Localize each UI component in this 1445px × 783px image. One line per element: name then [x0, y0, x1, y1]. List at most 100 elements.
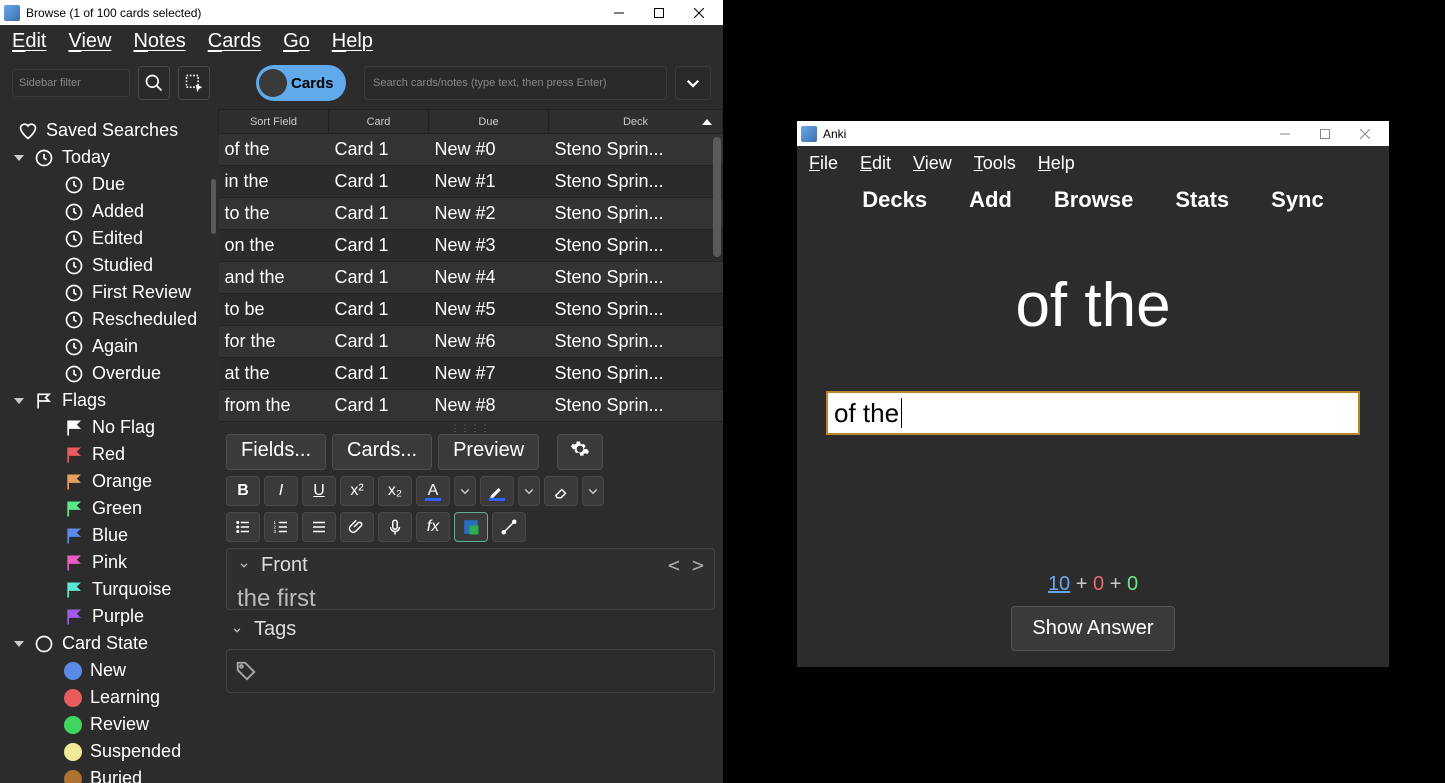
table-row[interactable]: and theCard 1New #4Steno Sprin... [219, 262, 723, 294]
menu-help[interactable]: Help [332, 30, 373, 53]
menu-view[interactable]: View [913, 153, 952, 174]
nav-decks[interactable]: Decks [862, 180, 927, 220]
sidebar-today-item[interactable]: First Review [8, 279, 218, 306]
tags-header[interactable]: Tags [226, 616, 715, 643]
sidebar-flag-item[interactable]: Orange [8, 468, 218, 495]
search-input[interactable]: Search cards/notes (type text, then pres… [364, 66, 667, 100]
show-answer-button[interactable]: Show Answer [1011, 606, 1174, 651]
sidebar-scrollbar[interactable] [211, 179, 216, 234]
table-row[interactable]: to theCard 1New #2Steno Sprin... [219, 198, 723, 230]
eraser-button[interactable] [544, 476, 578, 506]
sidebar-flags[interactable]: Flags [8, 387, 218, 414]
nav-sync[interactable]: Sync [1271, 180, 1324, 220]
sidebar-today-item[interactable]: Edited [8, 225, 218, 252]
search-button[interactable] [138, 66, 170, 100]
fx-button[interactable]: fx [416, 512, 450, 542]
nav-stats[interactable]: Stats [1175, 180, 1229, 220]
menu-cards[interactable]: Cards [208, 30, 261, 53]
front-field[interactable]: Front < > the first [226, 548, 715, 610]
sidebar-today-item[interactable]: Overdue [8, 360, 218, 387]
table-scrollbar[interactable] [713, 137, 721, 257]
menu-help[interactable]: Help [1038, 153, 1075, 174]
attach-button[interactable] [340, 512, 374, 542]
fields-button[interactable]: Fields... [226, 434, 326, 470]
select-mode-button[interactable] [178, 66, 210, 100]
preview-button[interactable]: Preview [438, 434, 539, 470]
sidebar-state-item[interactable]: New [8, 657, 218, 684]
sidebar-today[interactable]: Today [8, 144, 218, 171]
code-brackets-icon[interactable]: < > [668, 553, 704, 577]
tags-input[interactable] [226, 649, 715, 693]
sidebar-today-item[interactable]: Again [8, 333, 218, 360]
new-count[interactable]: 10 [1048, 573, 1070, 595]
table-row[interactable]: on theCard 1New #3Steno Sprin... [219, 230, 723, 262]
close-button[interactable] [679, 0, 719, 25]
sidebar-flag-item[interactable]: Red [8, 441, 218, 468]
sidebar-state-item[interactable]: Review [8, 711, 218, 738]
line-button[interactable] [492, 512, 526, 542]
split-handle[interactable]: ⋮⋮⋮⋮ [218, 422, 723, 434]
disclosure-icon[interactable] [12, 394, 26, 408]
superscript-button[interactable]: x² [340, 476, 374, 506]
sidebar-flag-item[interactable]: Pink [8, 549, 218, 576]
editor-settings-button[interactable] [557, 434, 603, 470]
sidebar-today-item[interactable]: Studied [8, 252, 218, 279]
menu-file[interactable]: File [809, 153, 838, 174]
menu-notes[interactable]: Notes [133, 30, 185, 53]
search-dropdown[interactable] [675, 66, 711, 100]
cards-button[interactable]: Cards... [332, 434, 432, 470]
sidebar-flag-item[interactable]: Purple [8, 603, 218, 630]
minimize-button[interactable] [599, 0, 639, 25]
table-row[interactable]: to beCard 1New #5Steno Sprin... [219, 294, 723, 326]
italic-button[interactable]: I [264, 476, 298, 506]
table-row[interactable]: for theCard 1New #6Steno Sprin... [219, 326, 723, 358]
sidebar-flag-item[interactable]: No Flag [8, 414, 218, 441]
col-due[interactable]: Due [429, 110, 549, 134]
sidebar-state-item[interactable]: Suspended [8, 738, 218, 765]
maximize-button[interactable] [639, 0, 679, 25]
menu-edit[interactable]: Edit [860, 153, 891, 174]
record-button[interactable] [378, 512, 412, 542]
highlight-dropdown[interactable] [518, 476, 540, 506]
nav-browse[interactable]: Browse [1054, 180, 1133, 220]
answer-input[interactable]: of the [826, 391, 1360, 435]
maximize-button[interactable] [1305, 121, 1345, 146]
ul-button[interactable] [226, 512, 260, 542]
menu-go[interactable]: Go [283, 30, 310, 53]
sidebar-saved-searches[interactable]: Saved Searches [8, 117, 218, 144]
front-field-value[interactable]: the first [227, 581, 714, 609]
sidebar-today-item[interactable]: Added [8, 198, 218, 225]
align-button[interactable] [302, 512, 336, 542]
nav-add[interactable]: Add [969, 180, 1012, 220]
ol-button[interactable]: 123 [264, 512, 298, 542]
underline-button[interactable]: U [302, 476, 336, 506]
menu-edit[interactable]: Edit [12, 30, 46, 53]
text-color-button[interactable]: A [416, 476, 450, 506]
col-deck[interactable]: Deck [549, 110, 723, 134]
sidebar-flag-item[interactable]: Green [8, 495, 218, 522]
sidebar-state-item[interactable]: Buried [8, 765, 218, 783]
sidebar-card-state[interactable]: Card State [8, 630, 218, 657]
eraser-dropdown[interactable] [582, 476, 604, 506]
text-color-dropdown[interactable] [454, 476, 476, 506]
col-card[interactable]: Card [329, 110, 429, 134]
sidebar-filter-input[interactable]: Sidebar filter [12, 69, 130, 97]
sidebar-today-item[interactable]: Rescheduled [8, 306, 218, 333]
sidebar-flag-item[interactable]: Blue [8, 522, 218, 549]
chevron-down-icon[interactable] [237, 558, 251, 572]
disclosure-icon[interactable] [12, 151, 26, 165]
sidebar-today-item[interactable]: Due [8, 171, 218, 198]
bold-button[interactable]: B [226, 476, 260, 506]
menu-tools[interactable]: Tools [974, 153, 1016, 174]
chevron-down-icon[interactable] [230, 623, 244, 637]
table-row[interactable]: at theCard 1New #7Steno Sprin... [219, 358, 723, 390]
minimize-button[interactable] [1265, 121, 1305, 146]
table-row[interactable]: from theCard 1New #8Steno Sprin... [219, 390, 723, 422]
close-button[interactable] [1345, 121, 1385, 146]
sidebar-state-item[interactable]: Learning [8, 684, 218, 711]
table-row[interactable]: in theCard 1New #1Steno Sprin... [219, 166, 723, 198]
image-occlusion-button[interactable] [454, 512, 488, 542]
menu-view[interactable]: View [68, 30, 111, 53]
cards-notes-toggle[interactable]: Cards [256, 65, 346, 101]
col-sort-field[interactable]: Sort Field [219, 110, 329, 134]
